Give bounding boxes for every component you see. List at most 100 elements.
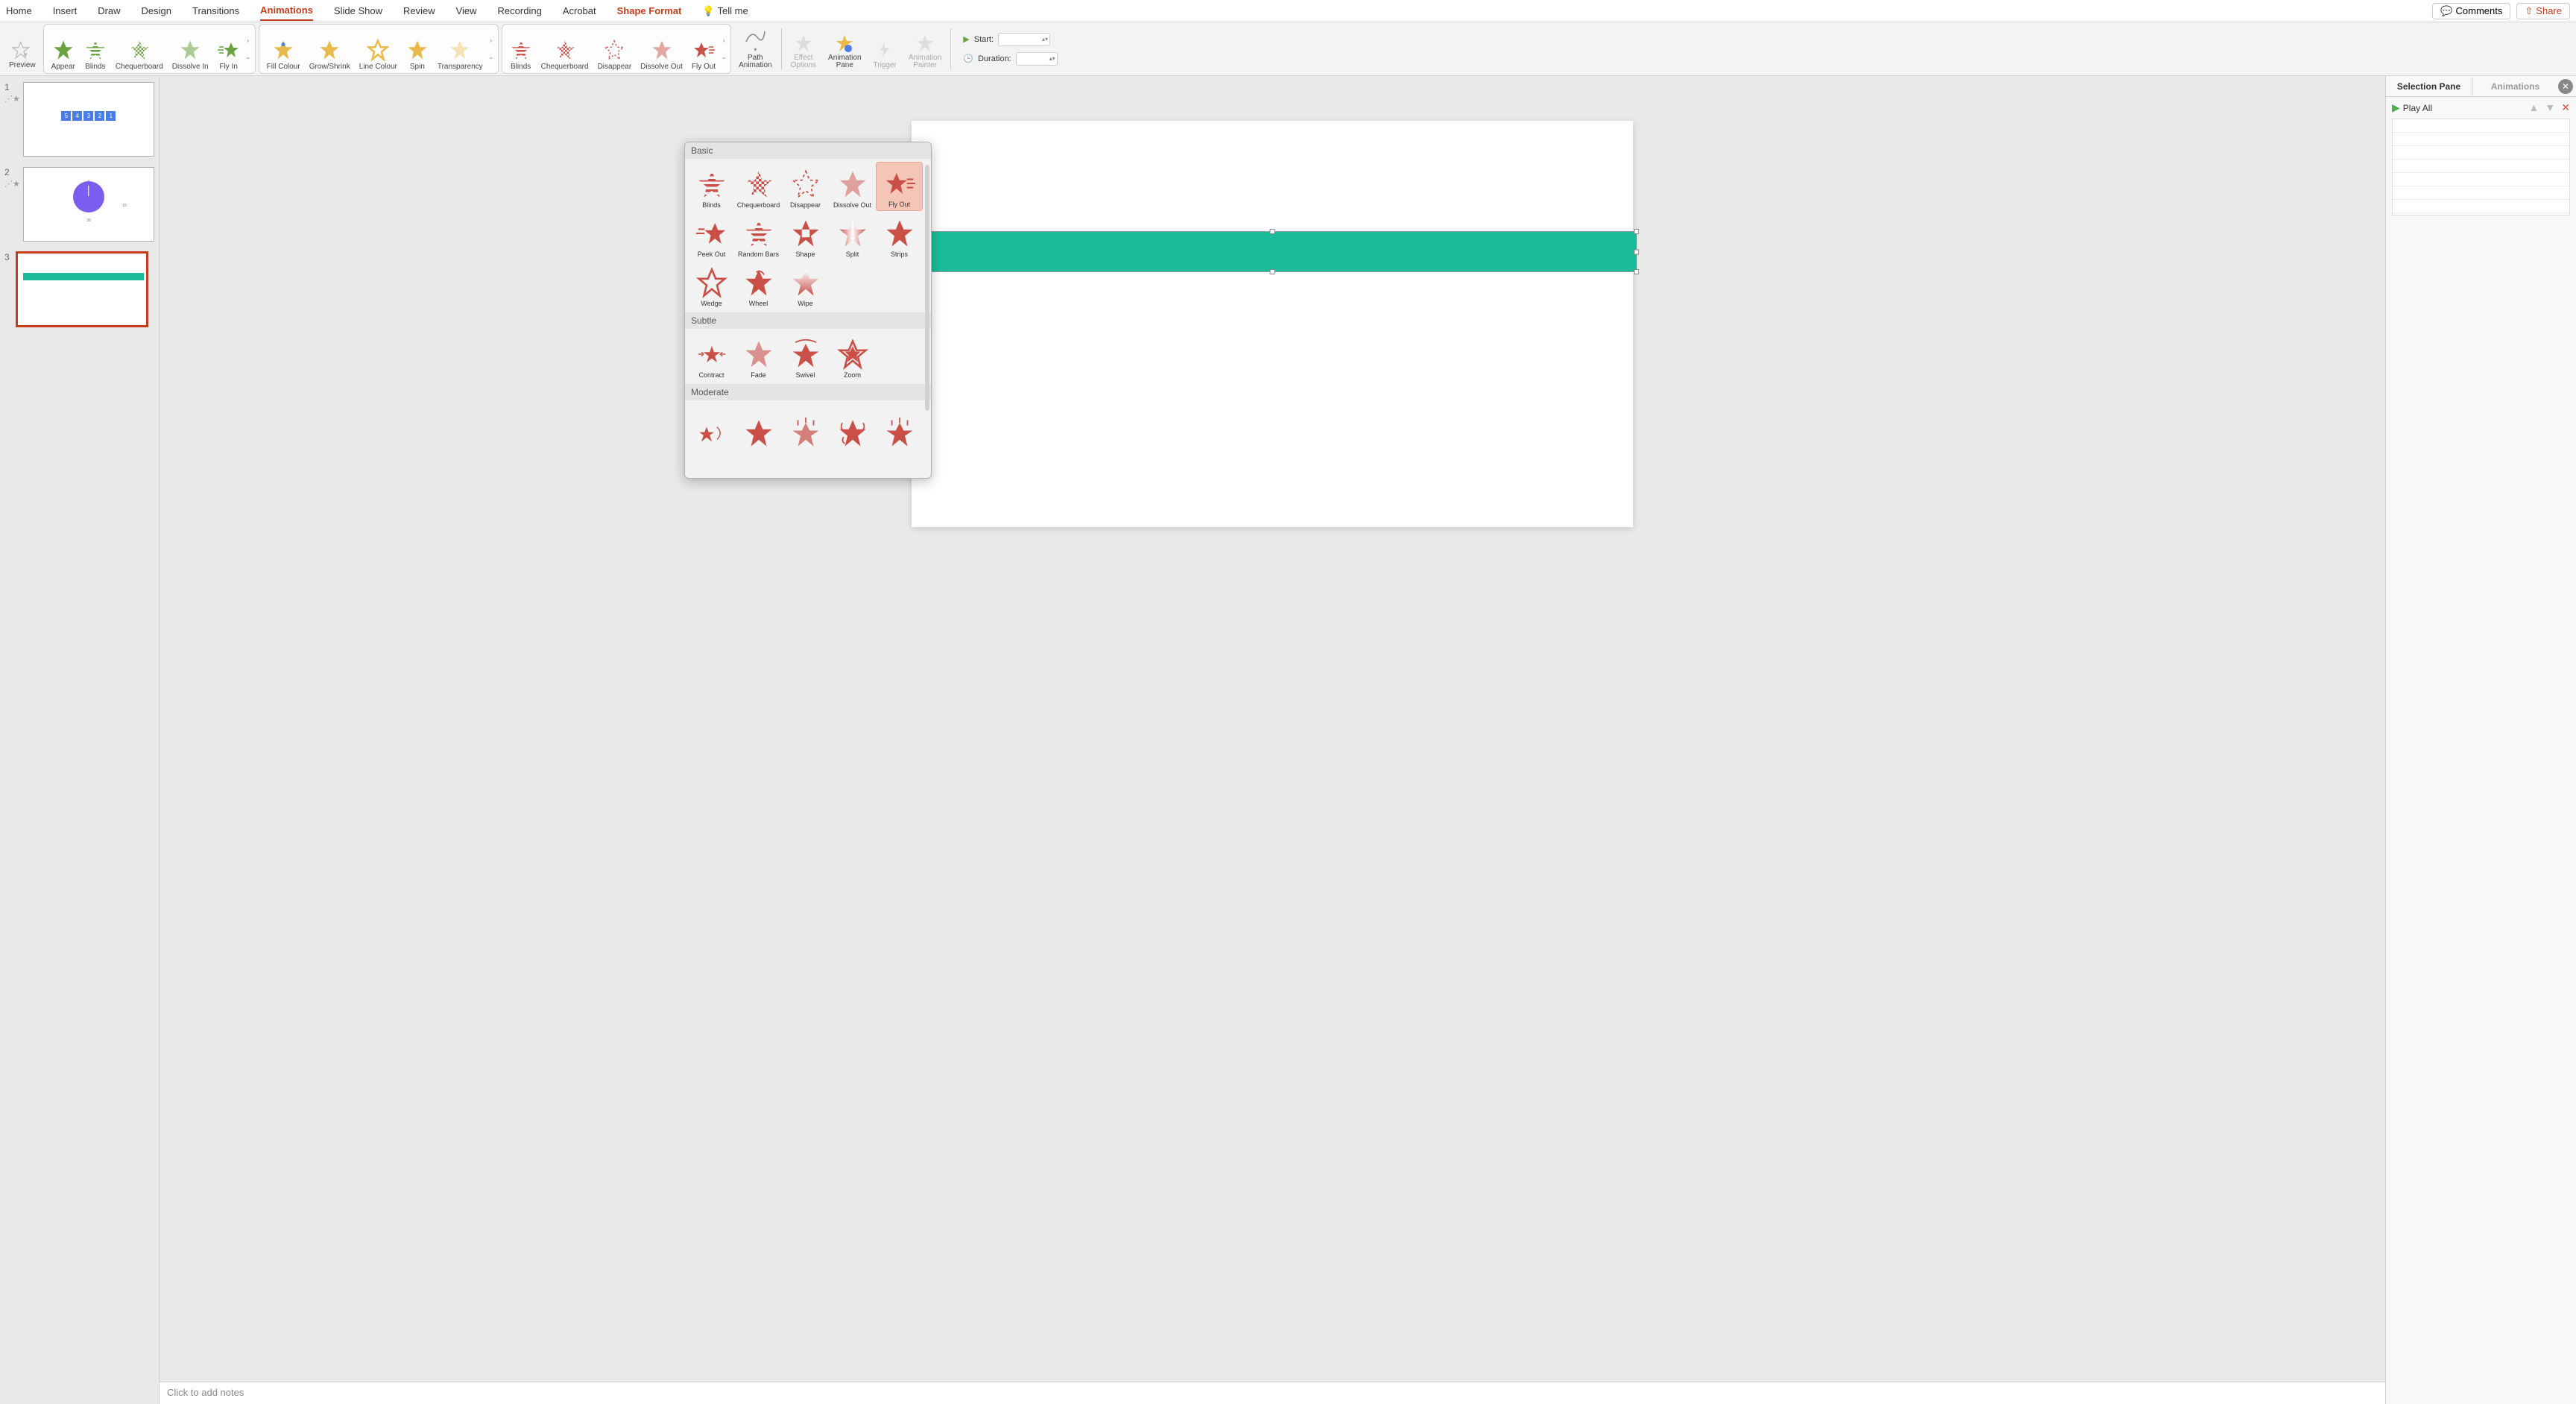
animation-pane-button[interactable]: AnimationPane: [824, 24, 865, 72]
entrance-dissolve-in[interactable]: Dissolve In: [168, 25, 213, 73]
gallery-shape[interactable]: Shape: [782, 211, 829, 260]
gallery-moderate-3[interactable]: [782, 403, 829, 453]
preview-label: Preview: [9, 61, 36, 69]
slide-thumb-3[interactable]: [16, 252, 148, 327]
tab-insert[interactable]: Insert: [53, 1, 78, 20]
label: Transparency: [438, 63, 483, 71]
slide-thumb-2[interactable]: 0 30 45 15: [23, 167, 154, 242]
gallery-zoom[interactable]: Zoom: [829, 332, 876, 381]
notes-area[interactable]: Click to add notes: [160, 1382, 2385, 1404]
star-icon: [554, 39, 576, 61]
gallery-moderate-5[interactable]: [876, 403, 923, 453]
emphasis-grow-shrink[interactable]: Grow/Shrink: [305, 25, 355, 73]
selection-pane-tab[interactable]: Selection Pane: [2386, 78, 2472, 95]
slide-thumb-1[interactable]: 5 4 3 2 1: [23, 82, 154, 157]
gallery-fly-out[interactable]: Fly Out: [876, 162, 923, 211]
label: Chequerboard: [116, 63, 163, 71]
gallery-dissolve-out[interactable]: Dissolve Out: [829, 162, 876, 211]
move-down-icon[interactable]: ▼: [2545, 101, 2555, 114]
slide-canvas[interactable]: [912, 121, 1633, 527]
exit-fly-out[interactable]: Fly Out: [687, 25, 720, 73]
label: PathAnimation: [739, 54, 771, 69]
tab-draw[interactable]: Draw: [98, 1, 120, 20]
tab-recording[interactable]: Recording: [498, 1, 542, 20]
rectangle-shape[interactable]: [908, 231, 1637, 272]
effect-options-button: EffectOptions: [786, 24, 821, 72]
tab-review[interactable]: Review: [403, 1, 435, 20]
selection-handle[interactable]: [1634, 229, 1639, 234]
entrance-more[interactable]: ›⌄: [244, 26, 252, 72]
selection-handle[interactable]: [1634, 269, 1639, 274]
emphasis-line-colour[interactable]: Line Colour: [355, 25, 402, 73]
delete-icon[interactable]: ✕: [2561, 101, 2570, 114]
emphasis-transparency[interactable]: Transparency: [433, 25, 487, 73]
gallery-fade[interactable]: Fade: [735, 332, 782, 381]
exit-chequerboard[interactable]: Chequerboard: [537, 25, 593, 73]
preview-button[interactable]: ▾ Preview: [4, 24, 40, 72]
trigger-button: Trigger: [869, 24, 901, 72]
exit-disappear[interactable]: Disappear: [593, 25, 637, 73]
tab-acrobat[interactable]: Acrobat: [563, 1, 596, 20]
gallery-disappear[interactable]: Disappear: [782, 162, 829, 211]
comments-button[interactable]: 💬 Comments: [2432, 3, 2510, 19]
selection-handle[interactable]: [1270, 229, 1275, 234]
play-all-button[interactable]: Play All: [2403, 103, 2432, 113]
tab-design[interactable]: Design: [142, 1, 171, 20]
label: Line Colour: [359, 63, 397, 71]
path-animation-button[interactable]: ▾ PathAnimation: [734, 24, 776, 72]
tab-slideshow[interactable]: Slide Show: [334, 1, 382, 20]
entrance-blinds[interactable]: Blinds: [80, 25, 111, 73]
tab-home[interactable]: Home: [6, 1, 32, 20]
path-icon: [744, 27, 766, 46]
gallery-strips[interactable]: Strips: [876, 211, 923, 260]
gallery-wipe[interactable]: Wipe: [782, 260, 829, 309]
share-button[interactable]: ⇧ Share: [2516, 3, 2570, 19]
tab-animations[interactable]: Animations: [260, 1, 313, 21]
gallery-header-moderate: Moderate: [685, 384, 931, 400]
gallery-wheel[interactable]: Wheel: [735, 260, 782, 309]
entrance-chequerboard[interactable]: Chequerboard: [111, 25, 168, 73]
star-icon: [272, 39, 294, 61]
entrance-fly-in[interactable]: Fly In: [213, 25, 244, 73]
tab-view[interactable]: View: [456, 1, 477, 20]
close-panel-button[interactable]: ✕: [2558, 79, 2573, 94]
gallery-moderate-1[interactable]: [688, 403, 735, 453]
chevron-down-icon: ⌄: [245, 53, 251, 61]
selection-handle[interactable]: [1270, 269, 1275, 274]
gallery-random-bars[interactable]: Random Bars: [735, 211, 782, 260]
tab-transitions[interactable]: Transitions: [192, 1, 239, 20]
gallery-blinds[interactable]: Blinds: [688, 162, 735, 211]
numbox: 5: [61, 111, 71, 121]
entrance-appear[interactable]: Appear: [47, 25, 80, 73]
gallery-peek-out[interactable]: Peek Out: [688, 211, 735, 260]
canvas-area: Basic Blinds Chequerboard Disappear Diss…: [160, 76, 2385, 1404]
start-select[interactable]: ▴▾: [998, 33, 1050, 46]
gallery-swivel[interactable]: Swivel: [782, 332, 829, 381]
gallery-split[interactable]: Split: [829, 211, 876, 260]
tell-me-search[interactable]: 💡 Tell me: [702, 5, 748, 17]
exit-more[interactable]: ›⌄: [720, 26, 727, 72]
label: Trigger: [874, 61, 897, 69]
gallery-moderate-2[interactable]: [735, 403, 782, 453]
emphasis-spin[interactable]: Spin: [402, 25, 433, 73]
gallery-chequerboard[interactable]: Chequerboard: [735, 162, 782, 211]
move-up-icon[interactable]: ▲: [2529, 101, 2539, 114]
exit-dissolve-out[interactable]: Dissolve Out: [636, 25, 687, 73]
gallery-wedge[interactable]: Wedge: [688, 260, 735, 309]
gallery-contract[interactable]: Contract: [688, 332, 735, 381]
close-icon: ✕: [2562, 81, 2569, 92]
exit-blinds[interactable]: Blinds: [505, 25, 537, 73]
duration-input[interactable]: ▴▾: [1016, 52, 1058, 66]
gallery-moderate-4[interactable]: [829, 403, 876, 453]
tab-shape-format[interactable]: Shape Format: [617, 1, 682, 20]
emphasis-more[interactable]: ›⌄: [487, 26, 495, 72]
label: AnimationPane: [828, 54, 861, 69]
label: Split: [846, 251, 859, 258]
play-icon: ▶: [2392, 101, 2400, 114]
emphasis-fill-colour[interactable]: Fill Colour: [262, 25, 305, 73]
gallery-scrollbar[interactable]: [925, 165, 929, 411]
slide-number: 2: [4, 167, 13, 177]
selection-handle[interactable]: [1634, 249, 1639, 254]
animation-list[interactable]: [2392, 119, 2570, 215]
animations-tab[interactable]: Animations: [2472, 78, 2558, 95]
